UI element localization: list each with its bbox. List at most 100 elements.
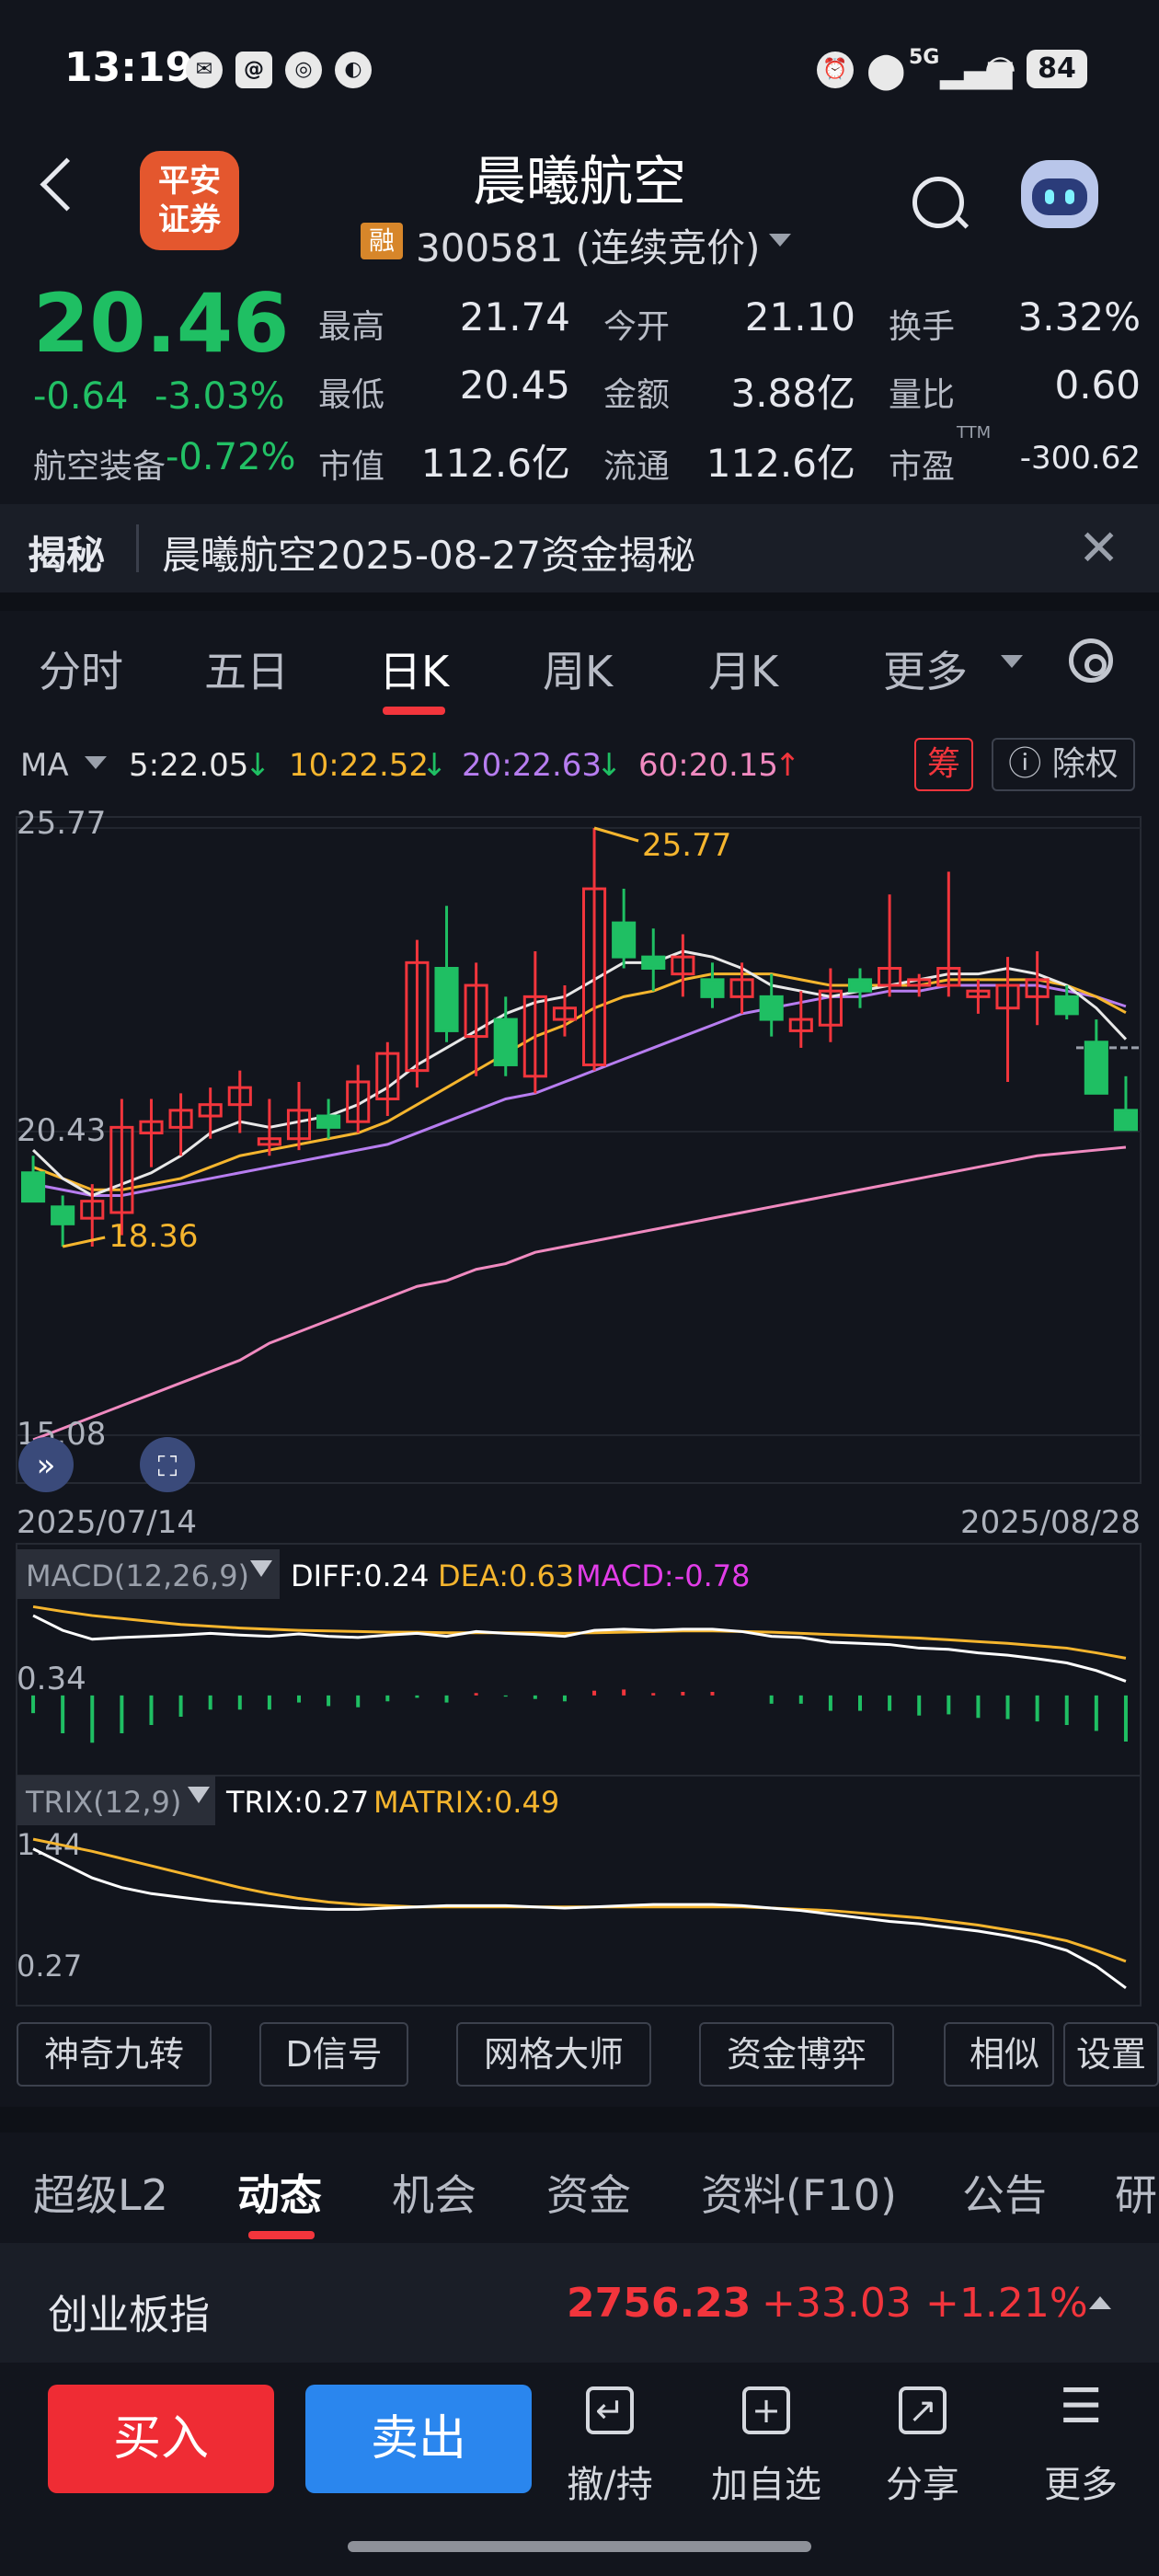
price-change: -0.64 [33,375,129,418]
macd-indicator-label[interactable]: MACD(12,26,9) [26,1558,249,1593]
broker-logo[interactable]: 平安 证券 [140,151,239,250]
banner-message[interactable]: 晨曦航空2025-08-27资金揭秘 [162,524,695,581]
chip-distribution-button[interactable]: 筹 [914,738,973,791]
sector-name[interactable]: 航空装备 [33,440,166,488]
candle [20,1156,46,1203]
trix-tick-bottom: 0.27 [17,1949,82,1984]
cancel-hold-button[interactable]: ↵ 撤/持 [550,2386,670,2508]
feature-nine-turns-button[interactable]: 神奇九转 [17,2022,212,2087]
candle [936,871,961,997]
more-button[interactable]: ☰ 更多 [1021,2383,1141,2508]
ma5-value: 5:22.05 [129,747,249,784]
candle [729,962,754,1014]
high-marker-label: 25.77 [642,827,731,864]
margin-badge: 融 [361,223,403,259]
tab-intraday[interactable]: 分时 [39,638,123,699]
feature-settings-button[interactable]: 设置 [1063,2022,1159,2087]
volratio-label: 量比 [889,376,956,414]
candle [493,996,518,1076]
tab-announcements[interactable]: 公告 [962,2162,1047,2223]
open-label: 今开 [603,308,671,346]
tab-super-l2[interactable]: 超级L2 [33,2162,168,2223]
tab-more[interactable]: 更多 [883,638,968,699]
macd-dea-value: DEA:0.63 [438,1558,574,1593]
candle-body [847,978,873,993]
candle-body [1113,1109,1139,1132]
candle-body [612,921,637,959]
candle [671,934,695,997]
kline-chart[interactable]: 25.7718.36 25.77 20.43 15.08 2025/07/14 … [0,800,1159,2015]
candle [995,957,1020,1082]
feature-capital-game-button[interactable]: 资金博弈 [699,2022,894,2087]
close-icon[interactable]: ✕ [1078,519,1119,577]
buy-button[interactable]: 买入 [48,2385,274,2493]
sector-change-pct: -0.72% [166,436,296,478]
candle [581,828,607,1071]
location-icon: ⬤ [866,50,906,90]
feature-grid-master-button[interactable]: 网格大师 [456,2022,651,2087]
low-marker-label: 18.36 [109,1218,198,1255]
back-icon[interactable] [40,157,94,212]
tab-f10[interactable]: 资料(F10) [701,2162,897,2223]
mcap-label: 市值 [318,448,385,486]
add-watchlist-button[interactable]: + 加自选 [706,2386,826,2508]
alarm-icon: ⏰ [817,52,854,88]
feature-d-signal-button[interactable]: D信号 [259,2022,408,2087]
low-marker-line [62,1236,106,1248]
tab-daily-k[interactable]: 日K [379,638,449,699]
broker-logo-line2: 证券 [158,201,221,238]
amount-label: 金额 [603,376,671,414]
candle-body [20,1171,46,1203]
candle [316,1098,341,1139]
ma10-series [32,972,1127,1191]
expand-up-icon[interactable] [1089,2296,1111,2309]
candle [818,968,843,1042]
code-dropdown-icon[interactable] [769,234,791,247]
ma60-series [32,1145,1127,1442]
ma-dropdown-icon[interactable] [85,756,107,769]
trix-line [32,1847,1127,1990]
home-indicator[interactable] [348,2541,811,2552]
candle [109,1098,134,1236]
candle-body [1084,1041,1108,1095]
ma60-arrow-icon: ↑ [775,747,801,784]
ma-selector[interactable]: MA [20,747,69,784]
assistant-robot-icon[interactable] [1021,160,1098,228]
tab-opportunity[interactable]: 机会 [392,2162,476,2223]
candle [257,1098,281,1156]
insight-banner[interactable]: 揭秘 晨曦航空2025-08-27资金揭秘 ✕ [0,504,1159,592]
tab-capital[interactable]: 资金 [546,2162,631,2223]
share-button[interactable]: ↗ 分享 [863,2386,982,2508]
tab-weekly-k[interactable]: 周K [543,638,613,699]
more-dropdown-icon[interactable] [1001,655,1023,668]
ma60-value: 60:20.15 [638,747,779,784]
banner-divider [136,524,139,572]
share-label: 分享 [886,2464,959,2506]
double-chevron-icon: » [37,1447,56,1484]
sell-button[interactable]: 卖出 [305,2385,532,2493]
candle [139,1098,164,1167]
low-label: 最低 [318,376,385,414]
tab-news[interactable]: 动态 [237,2162,322,2223]
weibo-icon: ◎ [285,52,322,88]
tab-monthly-k[interactable]: 月K [708,638,778,699]
trix-value: TRIX:0.27 [225,1785,369,1820]
active-section-indicator [248,2231,315,2239]
candle [1025,950,1050,1026]
add-watchlist-label: 加自选 [711,2464,821,2506]
macd-diff-value: DIFF:0.24 [291,1558,429,1593]
extreme-markers: 25.77 18.36 [62,826,731,1255]
stock-code[interactable]: 300581 (连续竞价) [416,217,760,273]
feature-similar-k-button[interactable]: 相似K [944,2022,1054,2087]
gear-icon[interactable] [1069,638,1113,683]
open-value: 21.10 [744,294,855,339]
macd-value: MACD:-0.78 [576,1558,751,1593]
turnover-label: 换手 [889,308,956,346]
tab-research[interactable]: 研 [1115,2162,1157,2223]
exright-button[interactable]: ⓘ 除权 [992,738,1135,791]
ma10-line [32,972,1127,1191]
tab-five-day[interactable]: 五日 [204,638,289,699]
trix-indicator-label[interactable]: TRIX(12,9) [25,1785,181,1820]
candle [51,1195,75,1248]
search-icon-handle [953,213,970,229]
